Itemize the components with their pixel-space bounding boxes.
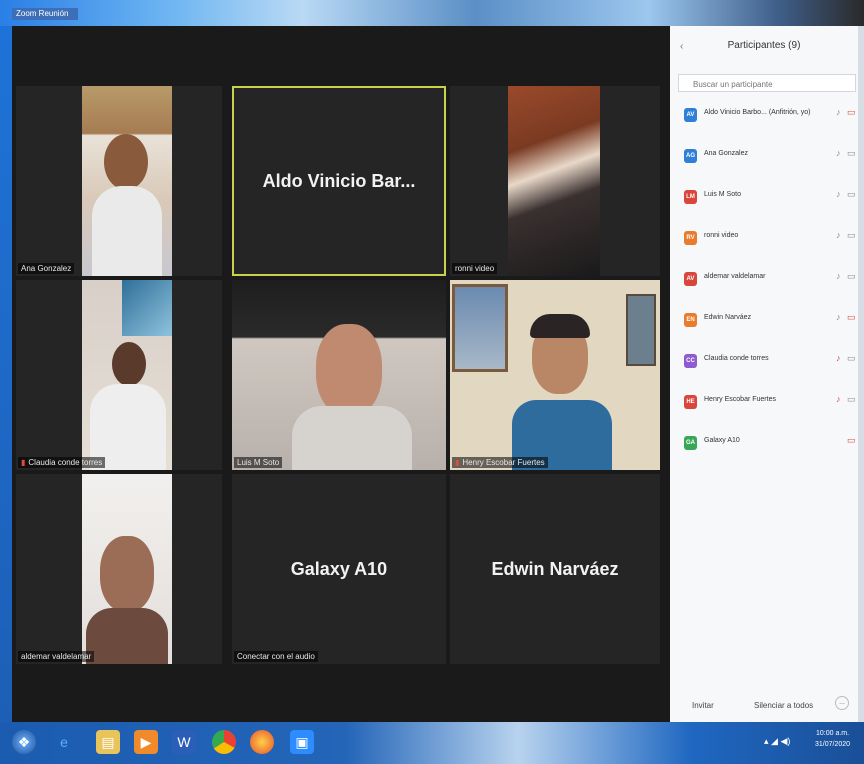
participant-list: AV Aldo Vinicio Barbo... (Anfitrión, yo) ♪… [670,104,858,473]
video-tile-galaxy[interactable]: Galaxy A10 Conectar con el audio [232,474,446,664]
participants-title: Participantes (9) [727,40,801,51]
participant-name: Edwin Narváez [704,314,752,321]
taskbar-clock[interactable]: 10:00 a.m. 31/07/2020 [815,728,850,750]
video-tile-henry[interactable]: ▮ Henry Escobar Fuertes [450,280,660,470]
camera-icon[interactable]: ▭ [847,353,856,364]
chrome-icon[interactable] [212,730,236,754]
firefox-icon[interactable] [250,730,274,754]
participant-list-item[interactable]: AV Aldo Vinicio Barbo... (Anfitrión, yo) ♪… [670,104,858,145]
participant-name-label: Ana Gonzalez [18,263,75,274]
participants-panel: ‹ Participantes (9) ⌕ AVAldo Vinicio Bar… [670,26,858,722]
participants-panel-header: ‹ Participantes (9) [670,26,858,70]
microphone-icon[interactable]: ♪ [836,271,841,281]
participant-name: Claudia conde torres [704,355,769,362]
participant-list-item[interactable]: HE Henry Escobar Fuertes ♪ ▭ [670,391,858,432]
participant-name-center: Edwin Narváez [491,558,619,579]
clock-time: 10:00 a.m. [815,730,850,737]
camera-icon[interactable]: ▭ [847,271,856,282]
desktop-left-strip [0,26,12,722]
participant-list-item[interactable]: AG Ana Gonzalez ♪ ▭ [670,145,858,186]
participant-name-label: ronni video [452,263,498,274]
participant-avatar: RV [684,231,697,245]
zoom-meeting-window: Ana Gonzalez Aldo Vinicio Bar... ronni v… [12,26,858,722]
participant-list-item[interactable]: CC Claudia conde torres ♪ ▭ [670,350,858,391]
participant-avatar: AG [684,149,697,163]
participant-name: Ana Gonzalez [704,150,748,157]
invite-button[interactable]: Invitar [692,696,714,714]
connect-audio-label: Conectar con el audio [234,651,318,662]
participant-avatar: EN [684,313,697,327]
more-options-button[interactable]: ... [835,696,849,710]
microphone-icon[interactable]: ♪ [836,189,841,199]
participant-avatar: CC [684,354,697,368]
file-explorer-icon[interactable]: ▤ [96,730,120,754]
participant-list-item[interactable]: LM Luis M Soto ♪ ▭ [670,186,858,227]
participant-list-item[interactable]: EN Edwin Narváez ♪ ▭ [670,309,858,350]
participant-video [450,280,660,470]
participant-avatar: LM [684,190,697,204]
participant-video [82,280,172,470]
participant-name-label: ▮ Henry Escobar Fuertes [452,457,548,468]
video-tile-ana[interactable]: Ana Gonzalez [16,86,222,276]
mic-muted-icon: ▮ [455,458,460,467]
camera-icon[interactable]: ▭ [847,230,856,241]
participant-name: aldemar valdelamar [704,273,766,280]
participant-name: Henry Escobar Fuertes [704,396,776,403]
participants-panel-footer: Invitar Silenciar a todos ... [670,690,858,722]
mute-all-button[interactable]: Silenciar a todos [754,696,814,714]
participant-list-item[interactable]: RV ronni video ♪ ▭ [670,227,858,268]
participant-name: ronni video [704,232,739,239]
camera-off-icon[interactable]: ▭ [847,312,856,323]
mic-muted-icon[interactable]: ♪ [836,394,841,404]
participant-avatar: AV [684,108,697,122]
camera-icon[interactable]: ▭ [847,394,856,405]
clock-date: 31/07/2020 [815,741,851,748]
camera-icon[interactable]: ▭ [847,148,856,159]
mic-muted-icon: ▮ [21,458,26,467]
video-tile-aldo[interactable]: Aldo Vinicio Bar... [232,86,446,276]
desktop-right-strip [858,26,864,722]
video-tile-luis[interactable]: Luis M Soto [232,280,446,470]
participant-name: Aldo Vinicio Barbo... (Anfitrión, yo) [704,109,811,116]
camera-off-icon[interactable]: ▭ [847,435,856,446]
camera-off-icon[interactable]: ▭ [847,107,856,118]
internet-explorer-icon[interactable]: e [52,730,76,754]
participant-avatar: HE [684,395,697,409]
word-icon[interactable]: W [172,730,196,754]
participant-name-label: Luis M Soto [234,457,283,468]
microphone-icon[interactable]: ♪ [836,312,841,322]
participant-name-label: ▮ Claudia conde torres [18,457,106,468]
participant-name-center: Galaxy A10 [290,558,388,579]
system-tray-icons[interactable]: ▴ ◢ ◀) [764,736,790,747]
participant-search-input[interactable] [678,74,856,92]
video-gallery: Ana Gonzalez Aldo Vinicio Bar... ronni v… [12,26,670,722]
microphone-icon[interactable]: ♪ [836,107,841,117]
camera-icon[interactable]: ▭ [847,189,856,200]
window-title-chip[interactable]: Zoom Reunión [12,8,78,20]
participant-name: Galaxy A10 [704,437,740,444]
desktop-top-strip: Zoom Reunión [0,0,864,26]
participant-list-item[interactable]: GA Galaxy A10 ▭ [670,432,858,473]
video-tile-ronni[interactable]: ronni video [450,86,660,276]
participant-avatar: AV [684,272,697,286]
start-button-icon[interactable]: ❖ [12,730,36,754]
video-tile-edwin[interactable]: Edwin Narváez [450,474,660,664]
video-tile-aldemar[interactable]: aldemar valdelamar [16,474,222,664]
microphone-icon[interactable]: ♪ [836,230,841,240]
media-player-icon[interactable]: ▶ [134,730,158,754]
participant-name: Luis M Soto [704,191,741,198]
zoom-app-icon[interactable]: ▣ [290,730,314,754]
microphone-icon[interactable]: ♪ [836,148,841,158]
windows-taskbar: ❖ e ▤ ▶ W ▣ ▴ ◢ ◀) 10:00 a.m. 31/07/2020 [0,722,864,764]
participant-name-center: Aldo Vinicio Bar... [262,170,416,191]
participant-video [82,474,172,664]
participant-video [232,280,446,470]
participant-list-item[interactable]: AV aldemar valdelamar ♪ ▭ [670,268,858,309]
participant-video [508,86,600,276]
video-tile-claudia[interactable]: ▮ Claudia conde torres [16,280,222,470]
participant-video [82,86,172,276]
mic-muted-icon[interactable]: ♪ [836,353,841,363]
participant-avatar: GA [684,436,697,450]
participant-name-label: aldemar valdelamar [18,651,95,662]
